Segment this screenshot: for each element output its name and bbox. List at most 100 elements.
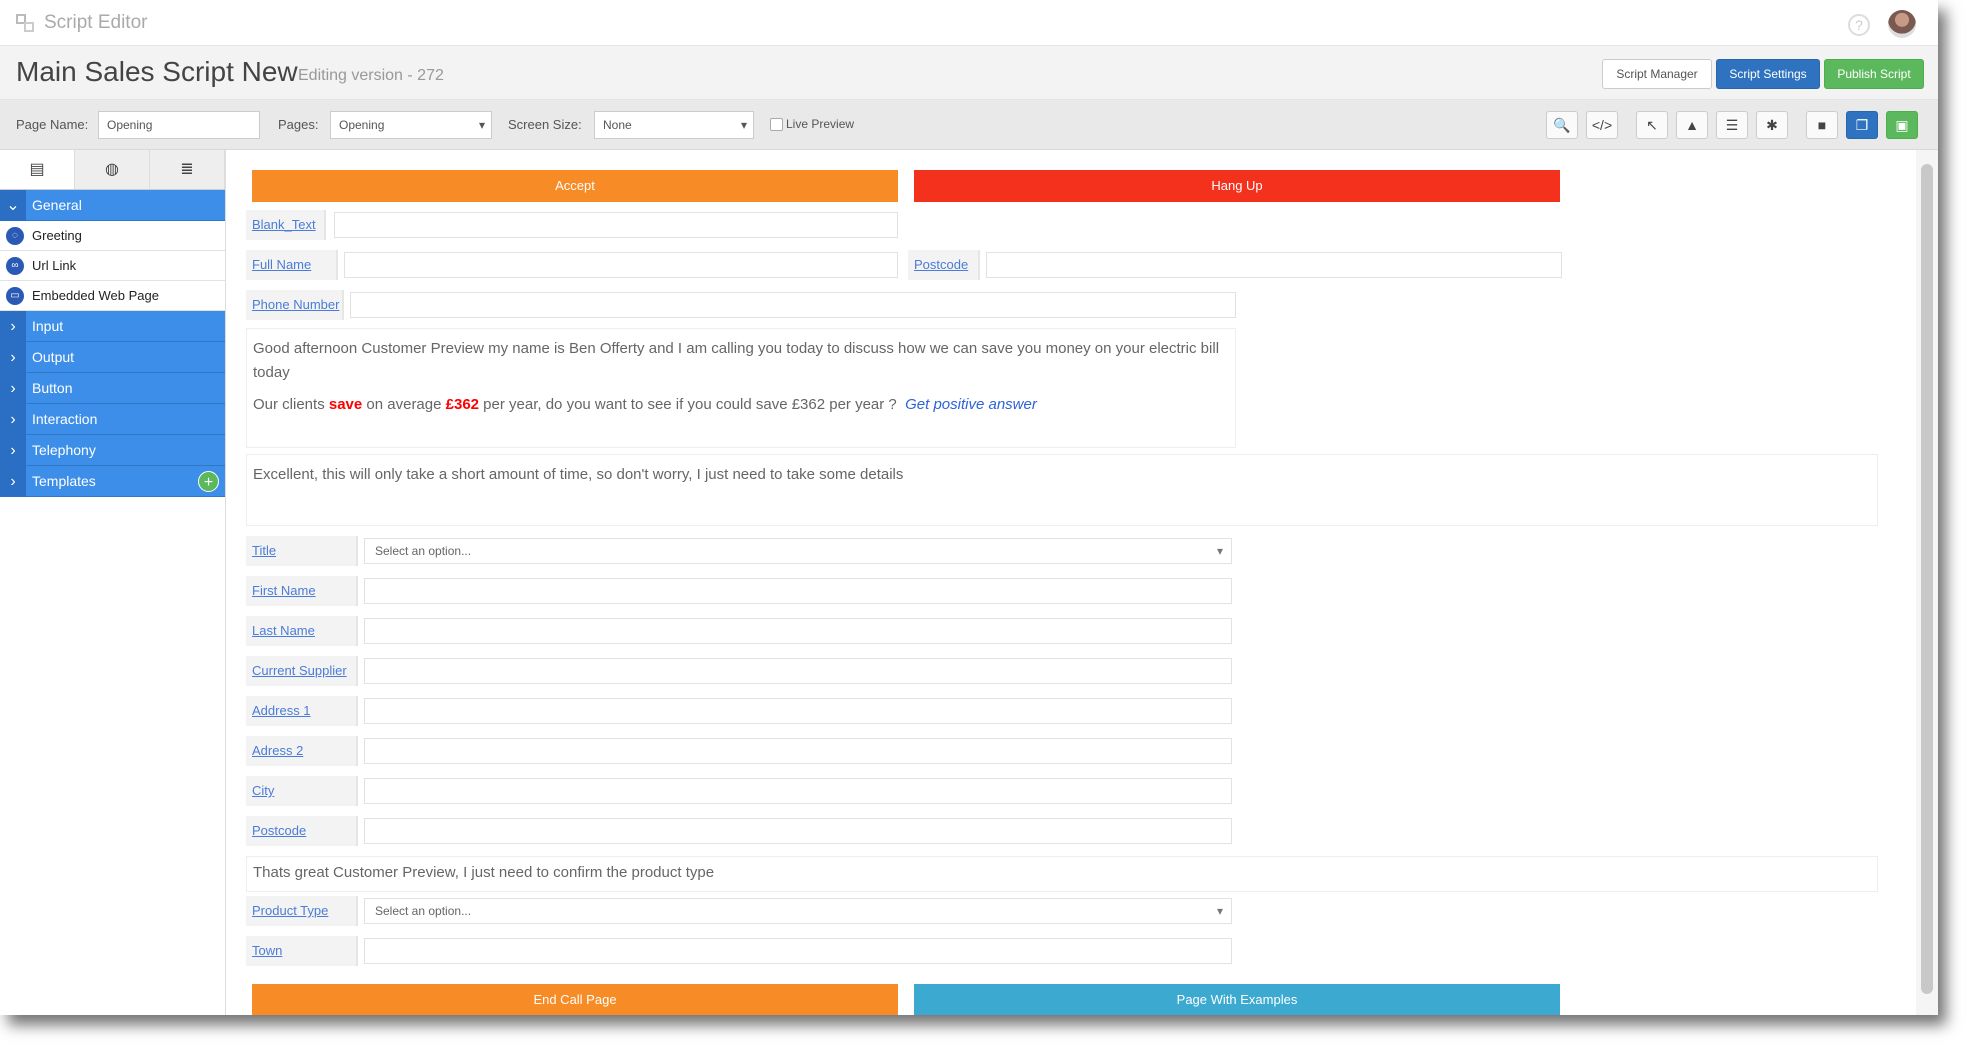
pages-select[interactable]: Opening xyxy=(330,111,492,139)
copy-icon[interactable]: ❐ xyxy=(1846,111,1878,139)
canvas-scrollbar[interactable] xyxy=(1916,150,1938,1015)
chevron-right-icon: › xyxy=(0,342,26,373)
positive-answer-link[interactable]: Get positive answer xyxy=(905,396,1037,413)
category-label: Button xyxy=(32,380,73,396)
field-label[interactable]: Address 1 xyxy=(246,696,358,726)
globe-tab[interactable]: ◍ xyxy=(75,150,150,189)
category-interaction[interactable]: › Interaction xyxy=(0,404,225,435)
hang-up-button[interactable]: Hang Up xyxy=(914,170,1560,202)
chevron-right-icon: › xyxy=(0,404,26,435)
field-input[interactable] xyxy=(334,212,898,238)
script-header: Main Sales Script New Editing version - … xyxy=(0,46,1938,100)
script-editor-window: Script Editor ? Main Sales Script New Ed… xyxy=(0,0,1938,1015)
field-title: Title Select an option... xyxy=(246,536,1236,566)
category-templates[interactable]: › Templates + xyxy=(0,466,225,497)
saving-text-part: per year, do you want to see if you coul… xyxy=(479,396,897,413)
excellent-text-block: Excellent, this will only take a short a… xyxy=(246,454,1878,526)
page-with-examples-button[interactable]: Page With Examples xyxy=(914,984,1560,1015)
app-title: Script Editor xyxy=(44,12,148,33)
link-icon: ∞ xyxy=(6,257,24,275)
excellent-text: Excellent, this will only take a short a… xyxy=(253,466,904,483)
field-input[interactable] xyxy=(364,778,1232,804)
field-input[interactable] xyxy=(350,292,1236,318)
publish-script-button[interactable]: Publish Script xyxy=(1824,59,1924,89)
field-input[interactable] xyxy=(364,618,1232,644)
category-button[interactable]: › Button xyxy=(0,373,225,404)
title-select[interactable]: Select an option... xyxy=(364,538,1232,564)
field-label[interactable]: Full Name xyxy=(246,250,338,280)
page-toolbar: Page Name: Opening Pages: Opening Screen… xyxy=(0,100,1938,150)
field-input[interactable] xyxy=(364,698,1232,724)
sidebar-item-url-link[interactable]: ∞ Url Link xyxy=(0,251,225,281)
align-icon[interactable]: ☰ xyxy=(1716,111,1748,139)
save-icon[interactable]: ▣ xyxy=(1886,111,1918,139)
sidebar-item-greeting[interactable]: ◌ Greeting xyxy=(0,221,225,251)
field-label[interactable]: Title xyxy=(246,536,358,566)
sidebar-item-label: Greeting xyxy=(32,228,82,243)
chevron-right-icon: › xyxy=(0,466,26,497)
field-full-name: Full Name xyxy=(246,250,898,280)
zoom-icon[interactable]: 🔍 xyxy=(1546,111,1578,139)
field-product-type: Product Type Select an option... xyxy=(246,896,1236,926)
field-label[interactable]: Postcode xyxy=(246,816,358,846)
field-label[interactable]: Current Supplier xyxy=(246,656,358,686)
category-label: General xyxy=(32,197,82,213)
user-avatar[interactable] xyxy=(1888,10,1916,38)
script-manager-button[interactable]: Script Manager xyxy=(1602,59,1712,89)
field-label[interactable]: Blank_Text xyxy=(246,210,326,240)
element-sidebar: ▤ ◍ ≣ ⌄ General ◌ Greeting ∞ Url Link ▭ … xyxy=(0,150,226,1015)
field-blank-text: Blank_Text xyxy=(246,210,898,240)
pages-label: Pages: xyxy=(278,117,319,132)
field-input[interactable] xyxy=(986,252,1562,278)
code-icon[interactable]: </> xyxy=(1586,111,1618,139)
field-input[interactable] xyxy=(364,578,1232,604)
pages-select-value: Opening xyxy=(339,118,385,132)
chevron-right-icon: › xyxy=(0,435,26,466)
field-current-supplier: Current Supplier xyxy=(246,656,1236,686)
field-input[interactable] xyxy=(364,658,1232,684)
field-label[interactable]: First Name xyxy=(246,576,358,606)
sidebar-item-label: Embedded Web Page xyxy=(32,288,159,303)
title-bar: Script Editor ? xyxy=(0,0,1938,46)
live-preview-checkbox[interactable] xyxy=(770,118,783,131)
category-label: Output xyxy=(32,349,75,365)
scrollbar-thumb[interactable] xyxy=(1921,164,1933,994)
help-icon[interactable]: ? xyxy=(1848,14,1870,36)
field-input[interactable] xyxy=(364,818,1232,844)
page-name-input[interactable]: Opening xyxy=(98,111,260,139)
accept-button[interactable]: Accept xyxy=(252,170,898,202)
saving-highlight-save: save xyxy=(328,396,363,413)
field-label[interactable]: Phone Number xyxy=(246,290,344,320)
sidebar-item-embedded-web-page[interactable]: ▭ Embedded Web Page xyxy=(0,281,225,311)
screen-size-select[interactable]: None xyxy=(594,111,754,139)
field-input[interactable] xyxy=(364,738,1232,764)
end-call-page-button[interactable]: End Call Page xyxy=(252,984,898,1015)
category-label: Telephony xyxy=(32,442,96,458)
field-input[interactable] xyxy=(344,252,898,278)
field-label[interactable]: Town xyxy=(246,936,358,966)
category-output[interactable]: › Output xyxy=(0,342,225,373)
field-label[interactable]: City xyxy=(246,776,358,806)
product-type-select[interactable]: Select an option... xyxy=(364,898,1232,924)
elements-tab[interactable]: ▤ xyxy=(0,150,75,189)
chevron-right-icon: › xyxy=(0,373,26,404)
category-input[interactable]: › Input xyxy=(0,311,225,342)
field-label[interactable]: Adress 2 xyxy=(246,736,358,766)
field-label[interactable]: Product Type xyxy=(246,896,358,926)
file-icon[interactable]: ■ xyxy=(1806,111,1838,139)
add-template-icon[interactable]: + xyxy=(198,471,219,492)
pointer-icon[interactable]: ↖ xyxy=(1636,111,1668,139)
field-postcode: Postcode xyxy=(246,816,1236,846)
database-tab[interactable]: ≣ xyxy=(150,150,225,189)
category-label: Templates xyxy=(32,473,96,489)
bell-icon[interactable]: ▲ xyxy=(1676,111,1708,139)
gear-icon[interactable]: ✱ xyxy=(1756,111,1788,139)
field-label[interactable]: Last Name xyxy=(246,616,358,646)
field-input[interactable] xyxy=(364,938,1232,964)
greeting-text: Good afternoon Customer Preview my name … xyxy=(253,340,1220,381)
category-telephony[interactable]: › Telephony xyxy=(0,435,225,466)
script-settings-button[interactable]: Script Settings xyxy=(1716,59,1820,89)
field-label[interactable]: Postcode xyxy=(908,250,980,280)
monitor-icon: ▭ xyxy=(6,287,24,305)
category-general[interactable]: ⌄ General xyxy=(0,190,225,221)
